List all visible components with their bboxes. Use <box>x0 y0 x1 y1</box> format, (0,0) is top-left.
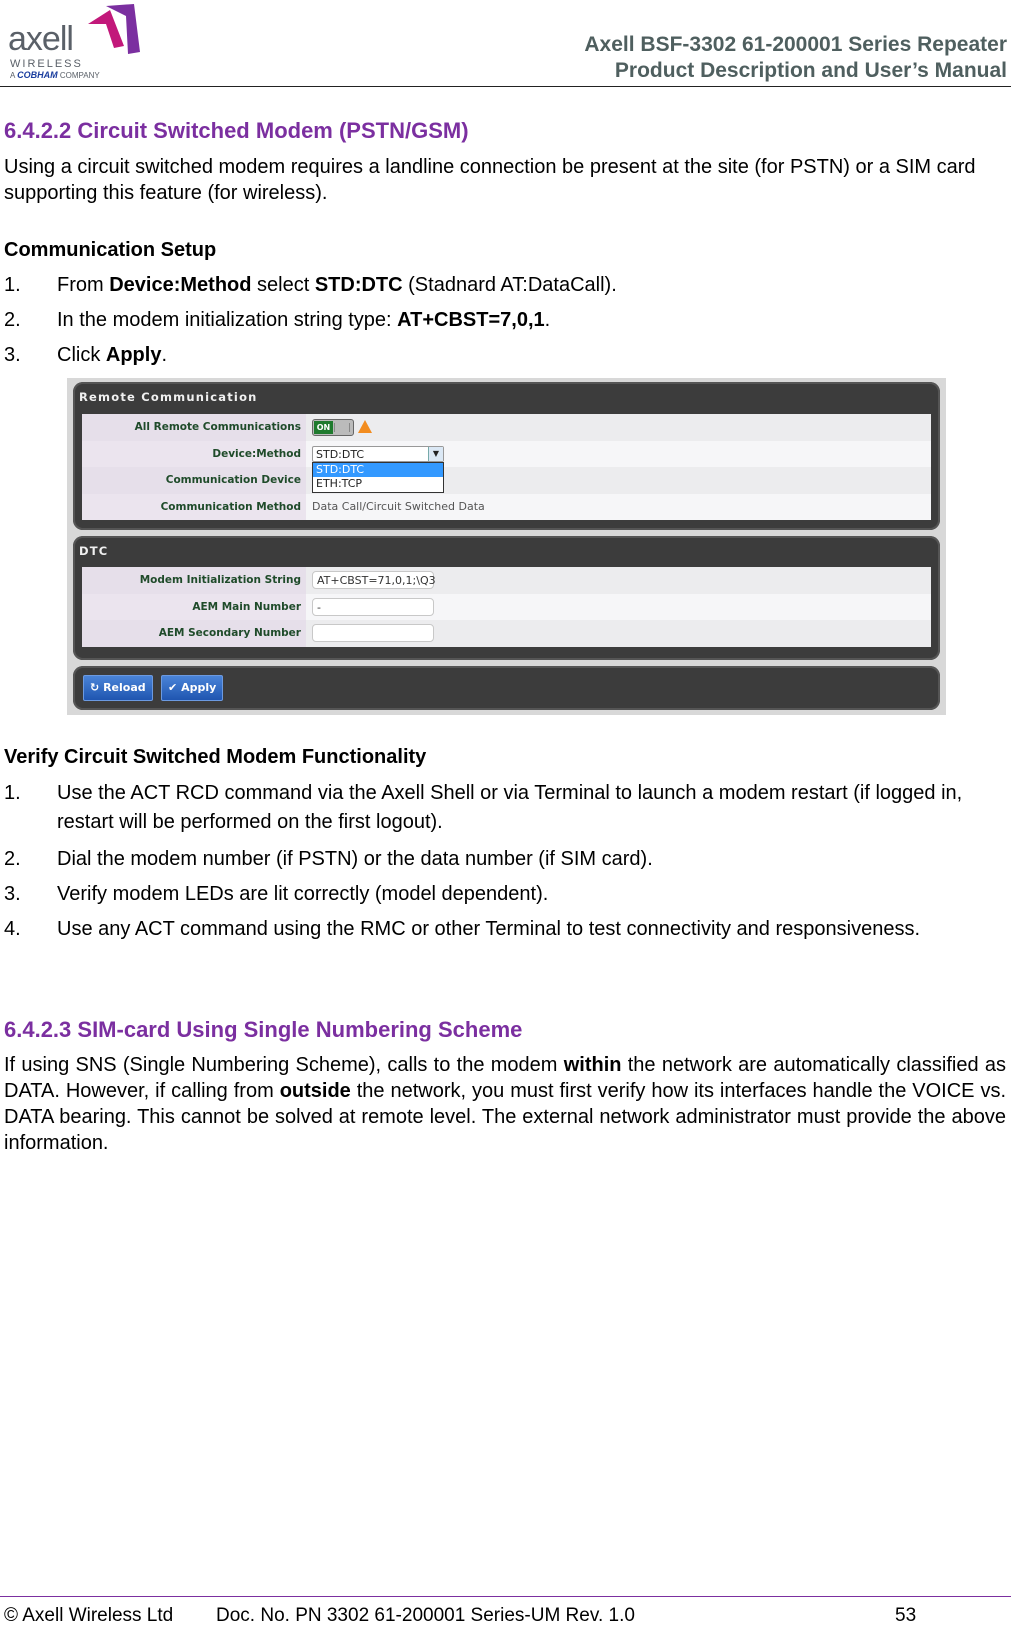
panel-title: Remote Communication <box>79 390 258 404</box>
warning-icon <box>358 420 372 433</box>
logo-cobham: A COBHAM COMPANY <box>10 70 100 80</box>
device-method-dropdown: STD:DTC ETH:TCP <box>312 461 444 493</box>
remote-communication-panel: Remote Communication All Remote Communic… <box>73 382 940 530</box>
footer-doc-number: Doc. No. PN 3302 61-200001 Series-UM Rev… <box>216 1605 635 1626</box>
communication-setup-heading: Communication Setup <box>4 239 217 261</box>
chevron-down-icon[interactable]: ▼ <box>428 446 443 461</box>
verify-step: 1. Use the ACT RCD command via the Axell … <box>4 782 963 833</box>
apply-button[interactable]: ✔ Apply <box>161 675 224 701</box>
panel-title: DTC <box>79 544 109 558</box>
action-bar: ↻ Reload ✔ Apply <box>73 666 940 710</box>
option-eth-tcp[interactable]: ETH:TCP <box>313 477 443 491</box>
option-std-dtc[interactable]: STD:DTC <box>313 462 443 477</box>
row-communication-device: Communication Device Compatible modem <box>82 467 931 494</box>
row-aem-main-number: AEM Main Number - <box>82 593 931 620</box>
communication-method-value: Data Call/Circuit Switched Data <box>306 493 931 520</box>
row-communication-method: Communication Method Data Call/Circuit S… <box>82 493 931 520</box>
device-method-select[interactable]: STD:DTC ▼ <box>312 445 444 462</box>
modem-init-string-input[interactable]: AT+CBST=71,0,1;\Q3 <box>312 571 436 589</box>
reload-button[interactable]: ↻ Reload <box>83 675 153 701</box>
row-aem-secondary-number: AEM Secondary Number <box>82 620 931 647</box>
checkmark-icon: ✔ <box>168 681 178 694</box>
axell-chevron-icon <box>88 4 140 54</box>
page-header: axell WIRELESS A COBHAM COMPANY Axell BS… <box>0 0 1011 87</box>
section-heading-sns: 6.4.2.3 SIM-card Using Single Numbering … <box>4 1017 523 1042</box>
axell-logo: axell WIRELESS A COBHAM COMPANY <box>6 2 140 80</box>
verify-step: 4. Use any ACT command using the RMC or o… <box>4 918 920 940</box>
aem-secondary-number-input[interactable] <box>312 624 434 642</box>
intro-paragraph: Using a circuit switched modem requires … <box>4 156 976 204</box>
aem-main-number-input[interactable]: - <box>312 597 434 616</box>
row-device-method: Device:Method STD:DTC ▼ STD:DTC ETH:TCP <box>82 440 931 493</box>
footer-copyright: © Axell Wireless Ltd <box>4 1605 174 1626</box>
page-footer: © Axell Wireless Ltd Doc. No. PN 3302 61… <box>0 1596 1011 1626</box>
page-number: 53 <box>895 1605 917 1626</box>
remote-communication-screenshot: Remote Communication All Remote Communic… <box>67 378 946 715</box>
logo-word: axell <box>8 20 74 58</box>
dtc-panel: DTC Modem Initialization String AT+CBST=… <box>73 536 940 660</box>
verify-heading: Verify Circuit Switched Modem Functional… <box>4 746 427 768</box>
reload-icon: ↻ <box>90 681 100 694</box>
row-modem-init-string: Modem Initialization String AT+CBST=71,0… <box>82 567 931 594</box>
logo-wireless: WIRELESS <box>10 58 83 70</box>
section-heading-circuit-switched: 6.4.2.2 Circuit Switched Modem (PSTN/GSM… <box>4 118 469 143</box>
row-all-remote-communications: All Remote Communications ON <box>82 414 931 441</box>
sns-paragraph: If using SNS (Single Numbering Scheme), … <box>4 1054 1007 1154</box>
all-remote-communications-toggle[interactable]: ON <box>312 419 354 436</box>
document-title: Axell BSF-3302 61-200001 Series Repeater… <box>584 33 1007 82</box>
